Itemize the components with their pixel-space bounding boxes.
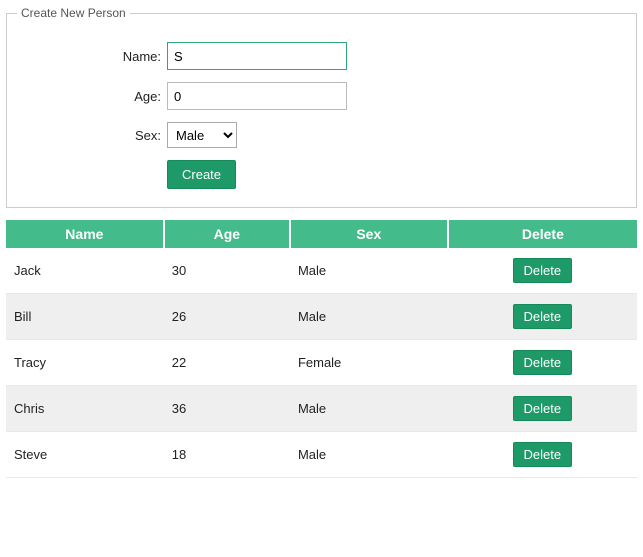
cell-delete: Delete (448, 386, 637, 432)
cell-name: Jack (6, 248, 164, 294)
cell-delete: Delete (448, 432, 637, 478)
create-person-form: Create New Person Name: Age: Sex: MaleFe… (6, 6, 637, 208)
row-sex: Sex: MaleFemale (17, 122, 626, 148)
delete-button[interactable]: Delete (513, 396, 573, 421)
header-name: Name (6, 220, 164, 248)
header-delete: Delete (448, 220, 637, 248)
delete-button[interactable]: Delete (513, 350, 573, 375)
table-row: Bill26Male Delete (6, 294, 637, 340)
cell-name: Chris (6, 386, 164, 432)
cell-age: 22 (164, 340, 290, 386)
cell-sex: Male (290, 294, 448, 340)
age-label: Age: (17, 89, 167, 104)
cell-sex: Male (290, 432, 448, 478)
cell-sex: Male (290, 248, 448, 294)
sex-label: Sex: (17, 128, 167, 143)
delete-button[interactable]: Delete (513, 258, 573, 283)
delete-button[interactable]: Delete (513, 304, 573, 329)
table-row: Chris36Male Delete (6, 386, 637, 432)
delete-button[interactable]: Delete (513, 442, 573, 467)
cell-age: 18 (164, 432, 290, 478)
cell-age: 26 (164, 294, 290, 340)
name-label: Name: (17, 49, 167, 64)
cell-age: 30 (164, 248, 290, 294)
cell-delete: Delete (448, 248, 637, 294)
cell-delete: Delete (448, 294, 637, 340)
table-header-row: Name Age Sex Delete (6, 220, 637, 248)
create-button[interactable]: Create (167, 160, 236, 189)
name-input[interactable] (167, 42, 347, 70)
header-age: Age (164, 220, 290, 248)
header-sex: Sex (290, 220, 448, 248)
age-input[interactable] (167, 82, 347, 110)
row-name: Name: (17, 42, 626, 70)
row-create: Create (167, 160, 626, 189)
cell-sex: Male (290, 386, 448, 432)
people-table: Name Age Sex Delete Jack30MaleDeleteBill… (6, 220, 637, 478)
sex-select[interactable]: MaleFemale (167, 122, 237, 148)
table-row: Jack30Male Delete (6, 248, 637, 294)
cell-name: Tracy (6, 340, 164, 386)
cell-delete: Delete (448, 340, 637, 386)
table-row: Tracy22Female Delete (6, 340, 637, 386)
cell-name: Bill (6, 294, 164, 340)
row-age: Age: (17, 82, 626, 110)
cell-sex: Female (290, 340, 448, 386)
cell-name: Steve (6, 432, 164, 478)
cell-age: 36 (164, 386, 290, 432)
form-legend: Create New Person (17, 6, 130, 20)
table-row: Steve18Male Delete (6, 432, 637, 478)
